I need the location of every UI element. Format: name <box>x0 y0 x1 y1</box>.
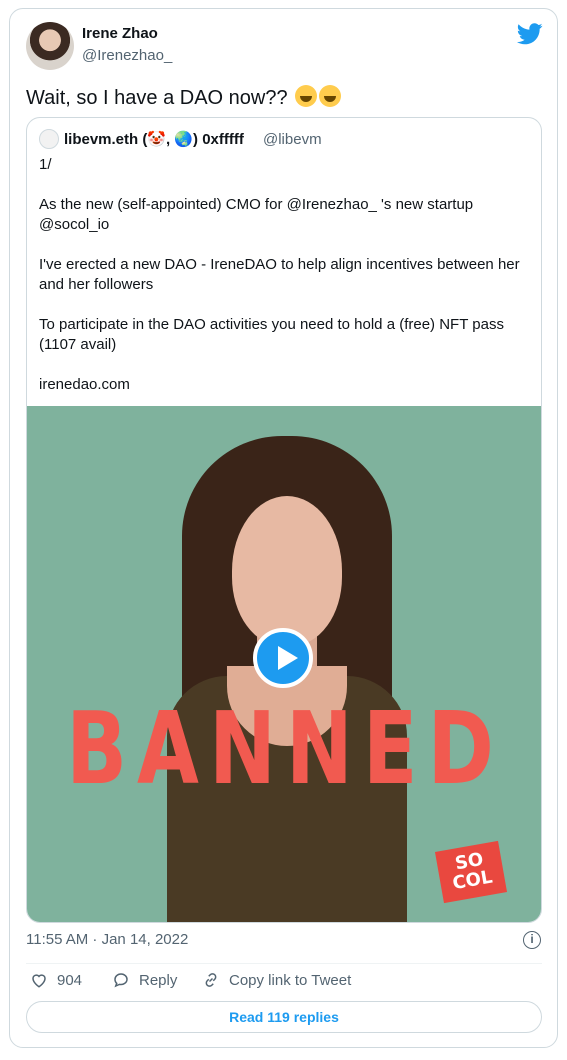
timestamp[interactable]: 11:55 AM · Jan 14, 2022 <box>26 931 188 948</box>
link-icon <box>205 973 217 987</box>
quoted-author-name: libevm.eth (🤡, 🌏) 0xfffff <box>64 131 244 148</box>
tears-of-joy-emoji-icon <box>295 85 318 107</box>
media-banned-text: BANNED <box>66 690 504 807</box>
author-name[interactable]: Irene Zhao <box>82 25 158 42</box>
reply-button[interactable]: Reply <box>112 971 177 989</box>
twitter-bird-icon[interactable] <box>517 23 543 45</box>
copy-link-label: Copy link to Tweet <box>229 971 352 989</box>
reply-icon <box>114 973 128 988</box>
info-icon[interactable]: i <box>523 931 541 949</box>
tweet-text: Wait, so I have a DAO now?? <box>26 85 342 110</box>
tweet-text-content: Wait, so I have a DAO now?? <box>26 87 288 109</box>
quoted-tweet[interactable]: libevm.eth (🤡, 🌏) 0xfffff @libevm 1/ As … <box>26 117 542 923</box>
heart-icon <box>32 974 46 988</box>
like-button[interactable]: 904 <box>30 971 82 989</box>
quoted-tweet-body: 1/ As the new (self-appointed) CMO for @… <box>39 156 520 393</box>
avatar[interactable] <box>26 22 74 70</box>
tears-of-joy-emoji-icon <box>319 85 342 107</box>
reply-label: Reply <box>139 971 178 989</box>
author-handle[interactable]: @Irenezhao_ <box>82 47 172 64</box>
quoted-avatar <box>39 129 59 149</box>
read-replies-button[interactable]: Read 119 replies <box>26 1001 542 1033</box>
copy-link-button[interactable]: Copy link to Tweet <box>202 971 351 989</box>
socol-logo: SO COL <box>434 840 508 904</box>
tweet-card: Irene Zhao @Irenezhao_ Wait, so I have a… <box>9 8 558 1048</box>
quoted-video-media[interactable]: BANNED SO COL <box>27 406 541 922</box>
divider <box>26 963 542 964</box>
like-count: 904 <box>57 971 83 989</box>
play-button[interactable] <box>253 628 313 688</box>
quoted-author-handle: @libevm <box>263 131 322 148</box>
